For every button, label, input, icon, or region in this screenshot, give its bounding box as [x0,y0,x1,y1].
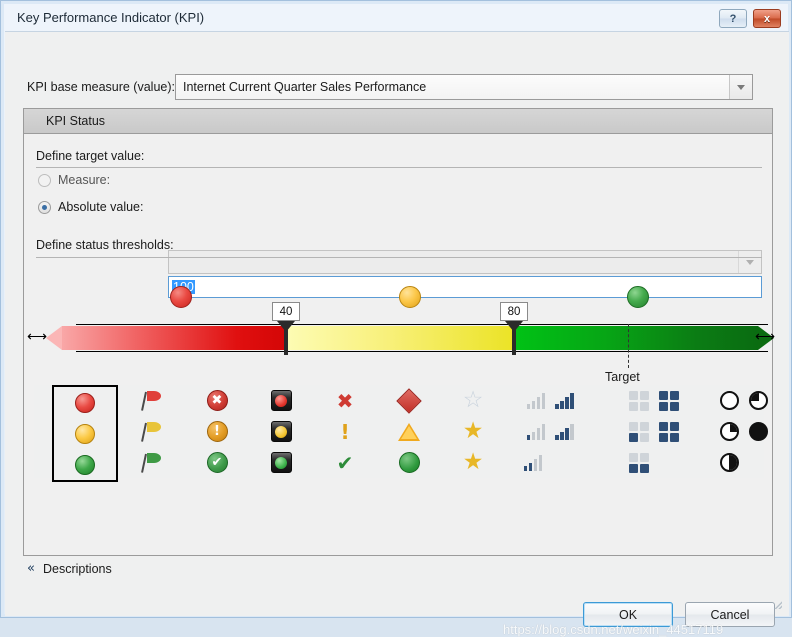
kpi-status-group: KPI Status Define target value: Measure:… [23,108,776,557]
band-good [514,326,758,350]
dialog-window: Key Performance Indicator (KPI) ? x KPI … [0,0,792,637]
quadrant-row-1 [614,385,694,416]
icon-column-signal-bars[interactable] [510,385,590,478]
triangle-yellow-icon [378,416,440,447]
threshold-box-low[interactable]: 40 [272,302,300,321]
diamond-red-icon [378,385,440,416]
circle-red-icon [54,387,116,418]
moon-three-quarter-icon [749,391,768,410]
circle-green-icon [54,449,116,480]
base-measure-combo[interactable]: Internet Current Quarter Sales Performan… [175,74,753,100]
signal-bars-row-2 [510,416,590,447]
circle-yellow-icon [54,418,116,449]
threshold-stem-low[interactable] [284,329,288,355]
base-measure-label: KPI base measure (value): [27,80,175,94]
moon-row-2 [704,416,784,447]
status-ball-green [627,286,649,308]
exclamation-yellow-icon: ! [340,419,350,444]
threshold-slider[interactable]: 40 80 ⟷ ⟷ Target [24,109,776,557]
quadrant-4-of-4-icon [659,390,679,411]
resize-grip[interactable] [772,599,782,609]
status-ball-red [170,286,192,308]
quadrant-row-3 [614,447,694,478]
quadrant-0-of-4-icon [629,390,649,411]
moon-row-1 [704,385,784,416]
cross-red-icon: ✖ [336,388,354,413]
window-title: Key Performance Indicator (KPI) [17,10,205,25]
watermark-text: https://blog.csdn.net/weixin_44517119 [503,622,724,637]
chevron-up-icon[interactable]: « [27,561,35,576]
circle-green-shape-icon [378,447,440,478]
moon-empty-icon [720,391,739,410]
status-ball-yellow [399,286,421,308]
flag-yellow-icon [122,416,184,447]
dialog-body: KPI base measure (value): Internet Curre… [5,31,789,637]
check-green-icon: ✔ [336,450,354,475]
signal-bars-0-of-4-icon [526,392,545,409]
help-icon[interactable]: ? [719,9,747,28]
traffic-light-green-icon [250,447,312,478]
circle-exclamation-yellow-icon: ! [186,416,248,447]
icon-column-marks[interactable]: ✖ ! ✔ [314,385,376,478]
icon-column-moon-phases[interactable] [704,385,784,478]
quadrant-1-of-4-icon [629,421,649,442]
icon-style-grid: ✖ ! ✔ ✖ ! ✔ ☆ ★ ★ [34,385,768,482]
circle-check-green-icon: ✔ [186,447,248,478]
descriptions-expander[interactable]: « Descriptions [27,561,112,576]
icon-column-circles[interactable] [52,385,118,482]
bar-left-arrow [46,326,62,350]
right-range-arrow-icon: ⟷ [755,328,776,344]
moon-row-3 [704,447,784,478]
signal-bars-1-of-4-icon [526,423,545,440]
icon-column-shapes[interactable] [378,385,440,478]
moon-full-icon [749,422,768,441]
threshold-stem-high[interactable] [512,329,516,355]
icon-column-stars[interactable]: ☆ ★ ★ [442,385,504,478]
traffic-light-red-icon [250,385,312,416]
moon-quarter-icon [720,422,739,441]
icon-column-sign-circles[interactable]: ✖ ! ✔ [186,385,248,478]
icon-column-flags[interactable] [122,385,184,478]
quadrant-2-of-4-icon [629,452,649,473]
bar-bottom-rule [76,351,768,352]
flag-red-icon [122,385,184,416]
signal-bars-row-3 [510,447,590,478]
band-warning [286,326,514,350]
icon-column-quadrant-boxes[interactable] [614,385,694,478]
quadrant-3-of-4-icon [659,421,679,442]
base-measure-value: Internet Current Quarter Sales Performan… [183,80,427,94]
title-bar: Key Performance Indicator (KPI) ? x [5,5,789,31]
chevron-down-icon[interactable] [729,75,752,99]
left-range-arrow-icon: ⟷ [27,328,48,344]
band-bad [62,326,286,350]
star-full-icon: ★ [462,449,484,475]
moon-half-icon [719,453,739,472]
threshold-box-high[interactable]: 80 [500,302,528,321]
target-label: Target [605,370,640,384]
star-empty-icon: ☆ [462,387,484,413]
circle-cross-red-icon: ✖ [186,385,248,416]
traffic-light-yellow-icon [250,416,312,447]
target-line [628,324,629,368]
descriptions-label: Descriptions [42,561,112,576]
flag-green-icon [122,447,184,478]
signal-bars-3-of-4-icon [555,423,574,440]
signal-bars-4-of-4-icon [555,392,574,409]
bar-top-rule [76,324,768,325]
signal-bars-2-of-4-icon [523,454,543,471]
signal-bars-row-1 [510,385,590,416]
star-half-icon: ★ [462,418,484,444]
close-icon[interactable]: x [753,9,781,28]
icon-column-traffic-lights[interactable] [250,385,312,478]
quadrant-row-2 [614,416,694,447]
